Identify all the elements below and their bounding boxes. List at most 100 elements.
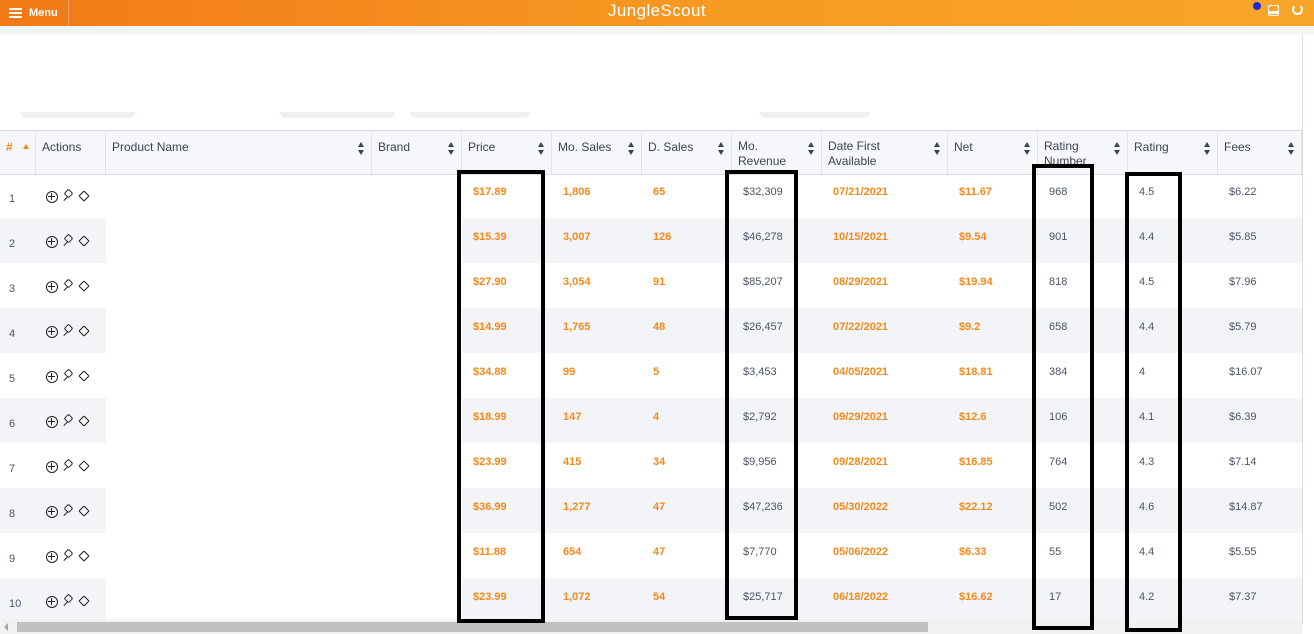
add-circle-icon[interactable]: [46, 550, 58, 563]
table-row[interactable]: 10 $23.99 1,072 54 $25,717 06/18/2022 $16.62 17…: [0, 578, 1302, 623]
cell-d-sales: 126: [653, 231, 672, 243]
column-header-rating[interactable]: Rating: [1128, 131, 1218, 174]
column-header-rating-number[interactable]: Rating Number: [1038, 131, 1128, 174]
column-header-num[interactable]: #: [0, 131, 36, 174]
cell-price: $27.90: [473, 276, 507, 288]
sort-icon[interactable]: [1288, 142, 1295, 156]
pin-icon[interactable]: [62, 505, 75, 518]
sort-icon[interactable]: [718, 142, 725, 156]
cell-date-first: 04/05/2021: [833, 366, 889, 378]
row-number: 2: [9, 238, 16, 250]
table-row[interactable]: 1 $17.89 1,806 65 $32,309 07/21/2021 $11.67 968…: [0, 173, 1302, 218]
column-header-label: Rating: [1134, 140, 1169, 154]
sort-icon[interactable]: [1204, 142, 1211, 156]
pin-icon[interactable]: [62, 370, 75, 383]
tag-icon[interactable]: [79, 237, 91, 247]
column-header-date-first[interactable]: Date First Available: [822, 131, 948, 174]
sort-icon[interactable]: [1024, 142, 1031, 156]
tag-icon[interactable]: [79, 327, 91, 337]
tag-icon[interactable]: [79, 552, 91, 562]
column-header-mo-revenue[interactable]: Mo. Revenue: [732, 131, 822, 174]
table-row[interactable]: 4 $14.99 1,765 48 $26,457 07/22/2021 $9.2 658 4.…: [0, 308, 1302, 353]
add-circle-icon[interactable]: [46, 280, 58, 293]
add-circle-icon[interactable]: [46, 235, 58, 248]
tag-icon[interactable]: [79, 417, 91, 427]
scrollbar-thumb[interactable]: [17, 622, 928, 632]
column-header-mo-sales[interactable]: Mo. Sales: [552, 131, 642, 174]
table-row[interactable]: 5 $34.88 99 5 $3,453 04/05/2021 $18.81 384 4 $16.…: [0, 353, 1302, 398]
sort-icon[interactable]: [538, 142, 545, 156]
pin-icon[interactable]: [62, 595, 75, 608]
brand-logo: JungleScout: [608, 1, 706, 20]
tag-icon[interactable]: [79, 282, 91, 292]
cell-fees: $5.79: [1229, 321, 1257, 333]
pin-icon[interactable]: [62, 550, 75, 563]
column-header-price[interactable]: Price: [462, 131, 552, 174]
add-circle-icon[interactable]: [46, 325, 58, 338]
add-circle-icon[interactable]: [46, 415, 58, 428]
cell-fees: $7.37: [1229, 591, 1257, 603]
cell-mo-revenue: $25,717: [743, 591, 783, 603]
column-header-brand[interactable]: Brand: [372, 131, 462, 174]
add-circle-icon[interactable]: [46, 460, 58, 473]
cell-date-first: 05/06/2022: [833, 546, 889, 558]
cell-fees: $6.39: [1229, 411, 1257, 423]
product-cell-blank: [106, 578, 462, 623]
cell-mo-sales: 654: [563, 546, 582, 558]
pin-icon[interactable]: [62, 280, 75, 293]
pin-icon[interactable]: [62, 460, 75, 473]
row-number: 3: [9, 283, 16, 295]
cell-net: $6.33: [959, 546, 987, 558]
pin-icon[interactable]: [62, 325, 75, 338]
column-header-net[interactable]: Net: [948, 131, 1038, 174]
tag-icon[interactable]: [79, 597, 91, 607]
cell-rating-number: 384: [1049, 366, 1068, 378]
tag-icon[interactable]: [79, 462, 91, 472]
window-toggle-icon[interactable]: [1268, 5, 1279, 16]
sort-icon[interactable]: [1114, 142, 1121, 156]
cell-mo-revenue: $7,770: [743, 546, 777, 558]
tag-icon[interactable]: [79, 507, 91, 517]
add-circle-icon[interactable]: [46, 370, 58, 383]
column-header-fees[interactable]: Fees: [1218, 131, 1302, 174]
cell-net: $9.2: [959, 321, 981, 333]
cell-mo-sales: 1,806: [563, 186, 591, 198]
horizontal-scrollbar[interactable]: [0, 620, 1302, 634]
refresh-icon[interactable]: [1292, 4, 1303, 15]
table-row[interactable]: 2 $15.39 3,007 126 $46,278 10/15/2021 $9.54 901…: [0, 218, 1302, 263]
add-circle-icon[interactable]: [46, 505, 58, 518]
column-header-product-name[interactable]: Product Name: [106, 131, 372, 174]
scroll-left-icon[interactable]: [4, 623, 8, 631]
row-actions: [46, 595, 91, 608]
sort-icon[interactable]: [358, 142, 365, 156]
cell-mo-sales: 1,072: [563, 591, 591, 603]
cell-net: $18.81: [959, 366, 993, 378]
cell-mo-revenue: $2,792: [743, 411, 777, 423]
cell-fees: $7.14: [1229, 456, 1257, 468]
table-row[interactable]: 3 $27.90 3,054 91 $85,207 08/29/2021 $19.94 818…: [0, 263, 1302, 308]
row-number: 6: [9, 418, 16, 430]
sort-icon[interactable]: [934, 142, 941, 156]
column-header-d-sales[interactable]: D. Sales: [642, 131, 732, 174]
add-circle-icon[interactable]: [46, 190, 58, 203]
sort-icon[interactable]: [628, 142, 635, 156]
tag-icon[interactable]: [79, 372, 91, 382]
pin-icon[interactable]: [62, 190, 75, 203]
pin-icon[interactable]: [62, 235, 75, 248]
sort-icon[interactable]: [448, 142, 455, 156]
table-row[interactable]: 9 $11.88 654 47 $7,770 05/06/2022 $6.33 55 4.4 $5…: [0, 533, 1302, 578]
row-actions: [46, 235, 91, 248]
add-circle-icon[interactable]: [46, 595, 58, 608]
pin-icon[interactable]: [62, 415, 75, 428]
cell-fees: $7.96: [1229, 276, 1257, 288]
cell-d-sales: 47: [653, 501, 666, 513]
table-row[interactable]: 7 $23.99 415 34 $9,956 09/28/2021 $16.85 764 4.3…: [0, 443, 1302, 488]
table-row[interactable]: 6 $18.99 147 4 $2,792 09/29/2021 $12.6 106 4.1 $6…: [0, 398, 1302, 443]
product-cell-blank: [106, 488, 462, 533]
row-number: 10: [9, 598, 22, 610]
tag-icon[interactable]: [79, 192, 91, 202]
cell-mo-revenue: $26,457: [743, 321, 783, 333]
cell-date-first: 05/30/2022: [833, 501, 889, 513]
table-row[interactable]: 8 $36.99 1,277 47 $47,236 05/30/2022 $22.12 502…: [0, 488, 1302, 533]
sort-icon[interactable]: [808, 142, 815, 156]
